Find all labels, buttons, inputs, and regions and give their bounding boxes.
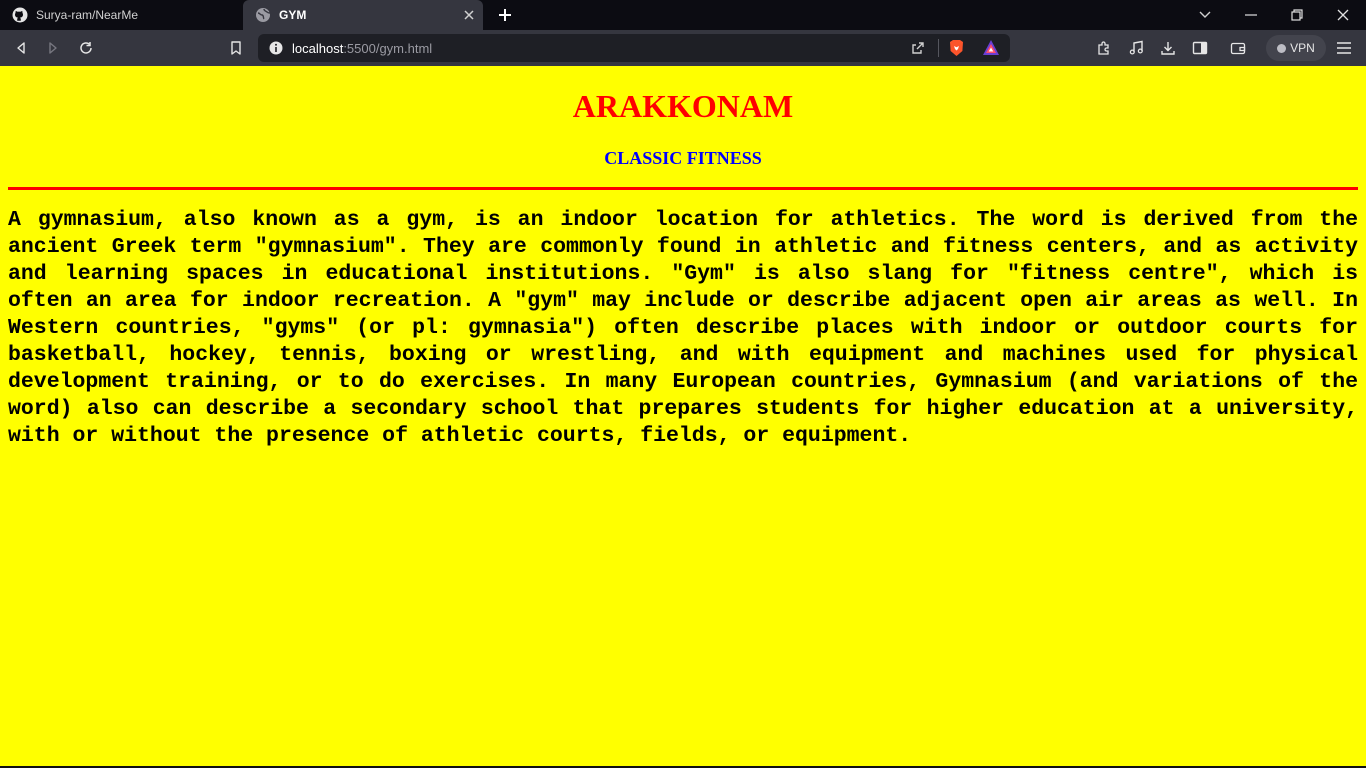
- download-icon: [1161, 42, 1175, 55]
- tab-search-button[interactable]: [1182, 0, 1228, 30]
- tab-title: Surya-ram/NearMe: [36, 8, 139, 22]
- sidebar-icon: [1192, 41, 1208, 55]
- wallet-button[interactable]: [1226, 36, 1250, 60]
- url-path: :5500/gym.html: [343, 41, 433, 56]
- reload-button[interactable]: [74, 36, 98, 60]
- tab-nearme[interactable]: Surya-ram/NearMe: [0, 0, 242, 30]
- tab-strip: Surya-ram/NearMe GYM: [0, 0, 1366, 30]
- hamburger-menu-icon: [1337, 42, 1351, 54]
- minimize-button[interactable]: [1228, 0, 1274, 30]
- gym-description-paragraph: A gymnasium, also known as a gym, is an …: [8, 208, 1358, 448]
- music-note-icon: [1129, 40, 1143, 55]
- horizontal-divider: [8, 187, 1358, 190]
- page-viewport: ARAKKONAM CLASSIC FITNESS A gymnasium, a…: [0, 66, 1366, 766]
- bookmark-button[interactable]: [224, 36, 248, 60]
- reload-icon: [80, 42, 92, 54]
- globe-icon: [255, 7, 271, 23]
- github-icon: [12, 7, 28, 23]
- downloads-button[interactable]: [1156, 36, 1180, 60]
- share-icon[interactable]: [910, 40, 926, 61]
- media-button[interactable]: [1124, 36, 1148, 60]
- tab-gym[interactable]: GYM: [243, 0, 483, 30]
- chevron-down-icon: [1199, 11, 1211, 18]
- sidebar-button[interactable]: [1188, 36, 1212, 60]
- browser-toolbar: localhost:5500/gym.html VPN: [0, 30, 1366, 66]
- site-info-icon[interactable]: [269, 41, 283, 60]
- page-title: ARAKKONAM: [572, 88, 794, 124]
- bookmark-icon: [231, 41, 241, 55]
- forward-arrow-icon: [49, 42, 57, 54]
- close-tab-icon[interactable]: [461, 7, 477, 23]
- extensions-button[interactable]: [1092, 36, 1116, 60]
- tab-title: GYM: [279, 8, 307, 22]
- restore-icon: [1291, 9, 1303, 21]
- brave-shield-icon[interactable]: [948, 39, 965, 62]
- restore-button[interactable]: [1274, 0, 1320, 30]
- forward-button[interactable]: [41, 36, 65, 60]
- vpn-status-icon: [1277, 43, 1287, 53]
- close-window-button[interactable]: [1320, 0, 1366, 30]
- url-host: localhost: [292, 41, 344, 56]
- wallet-icon: [1230, 42, 1246, 55]
- close-icon: [1337, 9, 1349, 21]
- back-arrow-icon: [17, 42, 25, 54]
- url-text: localhost:5500/gym.html: [292, 41, 432, 56]
- minimize-icon: [1245, 14, 1257, 16]
- url-divider: [938, 39, 939, 57]
- menu-button[interactable]: [1332, 36, 1356, 60]
- back-button[interactable]: [9, 36, 33, 60]
- plus-icon: [499, 9, 511, 21]
- vpn-button[interactable]: VPN: [1266, 35, 1326, 61]
- brave-rewards-icon[interactable]: [982, 39, 1000, 62]
- page-subtitle: CLASSIC FITNESS: [604, 148, 762, 168]
- puzzle-icon: [1098, 41, 1109, 55]
- vpn-label: VPN: [1290, 41, 1315, 55]
- address-bar[interactable]: localhost:5500/gym.html: [258, 34, 1010, 62]
- new-tab-button[interactable]: [494, 4, 516, 26]
